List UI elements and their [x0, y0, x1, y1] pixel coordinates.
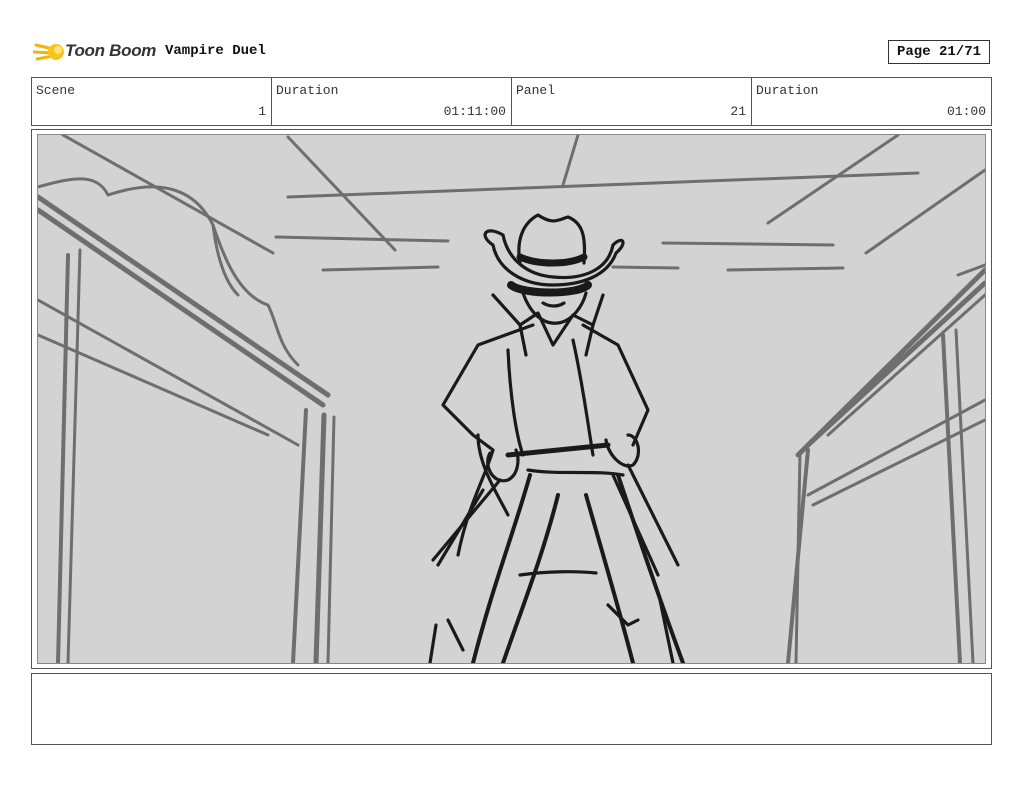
page-indicator: Page 21/71: [888, 40, 990, 64]
panel-label: Panel: [516, 83, 556, 98]
project-title: Vampire Duel: [165, 43, 266, 59]
panel-info-row: Scene 1 Duration 01:11:00 Panel 21 Durat…: [31, 77, 992, 126]
panel-cell: Panel 21: [512, 78, 752, 125]
panel-duration-label: Duration: [756, 83, 819, 98]
panel-frame: [31, 129, 992, 669]
scene-duration-cell: Duration 01:11:00: [272, 78, 512, 125]
scene-value: 1: [258, 104, 266, 119]
panel-notes-area: [31, 673, 992, 745]
panel-duration-value: 01:00: [946, 104, 986, 119]
scene-duration-label: Duration: [276, 83, 339, 98]
panel-value: 21: [730, 104, 746, 119]
comet-icon: [32, 43, 64, 61]
gunslinger-character-sketch: [428, 213, 685, 663]
toon-boom-logo: Toon Boom: [32, 36, 157, 68]
scene-cell: Scene 1: [32, 78, 272, 125]
storyboard-sketch: [37, 134, 986, 664]
logo-text: Toon Boom: [65, 41, 157, 60]
panel-duration-cell: Duration 01:00: [752, 78, 991, 125]
scene-label: Scene: [36, 83, 76, 98]
scene-duration-value: 01:11:00: [443, 104, 506, 119]
